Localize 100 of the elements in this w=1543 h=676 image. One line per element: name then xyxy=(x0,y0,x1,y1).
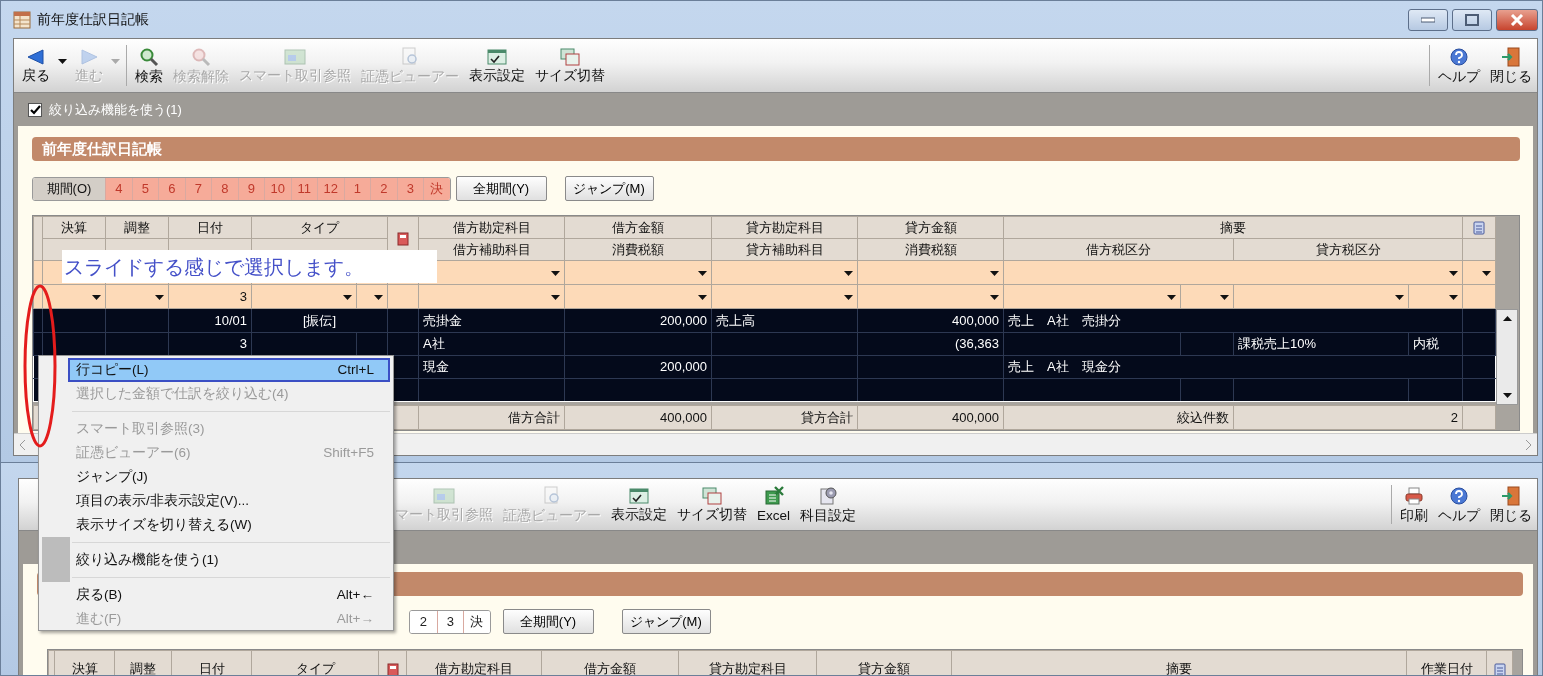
table-cell: 貸方合計 xyxy=(711,405,858,430)
filter-dropdown[interactable] xyxy=(990,295,999,301)
search-icon xyxy=(139,46,159,67)
scroll-down-icon xyxy=(1502,393,1512,398)
maximize-icon xyxy=(1465,13,1479,26)
scroll-left-icon xyxy=(20,439,26,450)
toolbar-button[interactable]: 閉じる xyxy=(1485,39,1537,92)
close-button[interactable] xyxy=(1496,8,1538,31)
filter-dropdown[interactable] xyxy=(155,295,164,301)
filter-dropdown[interactable] xyxy=(1395,295,1404,301)
menu-item[interactable]: ジャンプ(J) xyxy=(42,465,390,489)
checkbox-label: 絞り込み機能を使う(1) xyxy=(49,100,182,119)
table-cell: 2 xyxy=(1233,405,1463,430)
toolbar-button[interactable]: 検索 xyxy=(130,39,168,92)
period-button[interactable]: ジャンプ(M) xyxy=(621,609,711,634)
column-header: タイプ xyxy=(251,650,379,675)
caret-icon xyxy=(58,59,67,64)
toolbar-button[interactable]: 印刷 xyxy=(1395,479,1433,530)
column-header: 摘要 xyxy=(1003,216,1463,239)
filter-dropdown[interactable] xyxy=(92,295,101,301)
column-header: 貸方補助科目 xyxy=(711,238,858,261)
table-cell: 400,000 xyxy=(857,405,1004,430)
ledger-icon xyxy=(13,10,31,29)
filter-dropdown[interactable] xyxy=(343,295,352,301)
period-button[interactable]: 全期間(Y) xyxy=(502,609,594,634)
column-header: 貸方金額 xyxy=(857,216,1004,239)
filter-dropdown[interactable] xyxy=(1167,295,1176,301)
book-icon xyxy=(397,232,409,247)
caret-icon xyxy=(551,295,560,301)
forward-arrow-icon xyxy=(79,47,99,66)
help-icon xyxy=(1449,46,1469,67)
column-header: 貸方税区分 xyxy=(1233,238,1463,261)
menu-item[interactable]: 行コピー(L) Ctrl+L xyxy=(68,358,390,382)
menu-item[interactable]: 絞り込み機能を使う(1) xyxy=(71,548,390,572)
table-cell: 現金 xyxy=(418,355,565,379)
toolbar-button[interactable]: ヘルプ xyxy=(1433,479,1485,530)
table-cell: 課税売上10% xyxy=(1233,332,1409,356)
minimize-button[interactable] xyxy=(1408,8,1448,31)
menu-item[interactable]: 戻る(B) Alt+← xyxy=(42,583,390,607)
caret-icon xyxy=(698,271,707,277)
spreadsheet-icon xyxy=(763,485,784,506)
door-exit-icon xyxy=(1501,485,1521,506)
filter-dropdown[interactable] xyxy=(1482,271,1491,277)
toolbar-button[interactable]: サイズ切替 xyxy=(530,39,610,92)
toolbar-button[interactable]: 表示設定 xyxy=(464,39,530,92)
windows-icon xyxy=(560,47,580,66)
table-cell: A社 xyxy=(418,332,565,356)
month-tab[interactable]: 決 xyxy=(463,610,490,633)
maximize-button[interactable] xyxy=(1452,8,1492,31)
toolbar-button[interactable]: 戻る xyxy=(17,39,55,92)
toolbar-button[interactable]: 表示設定 xyxy=(606,479,672,530)
column-header: 借方税区分 xyxy=(1003,238,1234,261)
filter-dropdown[interactable] xyxy=(990,271,999,277)
filter-dropdown[interactable] xyxy=(844,295,853,301)
column-header: 日付 xyxy=(168,216,252,239)
scroll-right-icon xyxy=(1525,439,1531,450)
column-header: 借方勘定科目 xyxy=(406,650,542,675)
caret-icon xyxy=(990,295,999,301)
caret-icon xyxy=(551,271,560,277)
toolbar-button[interactable]: ヘルプ xyxy=(1433,39,1485,92)
annotation-note: スライドする感じで選択します。 xyxy=(62,250,437,283)
vertical-scrollbar[interactable] xyxy=(1496,309,1518,405)
column-header: 調整 xyxy=(114,650,172,675)
filter-dropdown[interactable] xyxy=(844,271,853,277)
menu-item[interactable]: 項目の表示/非表示設定(V)... xyxy=(42,489,390,513)
caret-icon xyxy=(698,295,707,301)
toolbar-button[interactable]: Excel xyxy=(752,479,795,530)
toolbar-button[interactable]: 閉じる xyxy=(1485,479,1537,530)
caret-icon xyxy=(155,295,164,301)
column-header: 貸方勘定科目 xyxy=(711,216,858,239)
caret-icon xyxy=(844,295,853,301)
filter-dropdown[interactable] xyxy=(1449,295,1458,301)
table-cell: 借方合計 xyxy=(418,405,565,430)
document-search-icon xyxy=(542,485,562,506)
filter-dropdown[interactable] xyxy=(1449,271,1458,277)
period-label: 期間(O) xyxy=(33,177,105,200)
table-cell: [振伝] xyxy=(251,308,388,332)
checkbox[interactable] xyxy=(28,102,42,117)
filter-dropdown[interactable] xyxy=(698,271,707,277)
table-cell: 売上 A社 売掛分 xyxy=(1003,308,1463,332)
period-button[interactable]: ジャンプ(M) xyxy=(564,176,654,201)
book-icon xyxy=(386,662,399,675)
toolbar-button[interactable]: 科目設定 xyxy=(795,479,861,530)
column-header: 借方勘定科目 xyxy=(418,216,565,239)
back-arrow-icon xyxy=(26,47,46,66)
menu-item[interactable]: 表示サイズを切り替える(W) xyxy=(42,513,390,537)
filter-dropdown[interactable] xyxy=(1220,295,1229,301)
caret-icon xyxy=(92,295,101,301)
filter-dropdown[interactable] xyxy=(551,271,560,277)
filter-dropdown[interactable] xyxy=(374,295,383,301)
filter-dropdown[interactable] xyxy=(551,295,560,301)
caret-icon xyxy=(111,59,120,64)
caret-icon xyxy=(1449,295,1458,301)
column-header: 貸方金額 xyxy=(816,650,952,675)
toolbar-button[interactable]: サイズ切替 xyxy=(672,479,752,530)
shortcut-text: Alt+→ xyxy=(336,609,374,628)
column-header: タイプ xyxy=(251,216,388,239)
period-button[interactable]: 全期間(Y) xyxy=(455,176,547,201)
column-header: 消費税額 xyxy=(857,238,1004,261)
filter-dropdown[interactable] xyxy=(698,295,707,301)
